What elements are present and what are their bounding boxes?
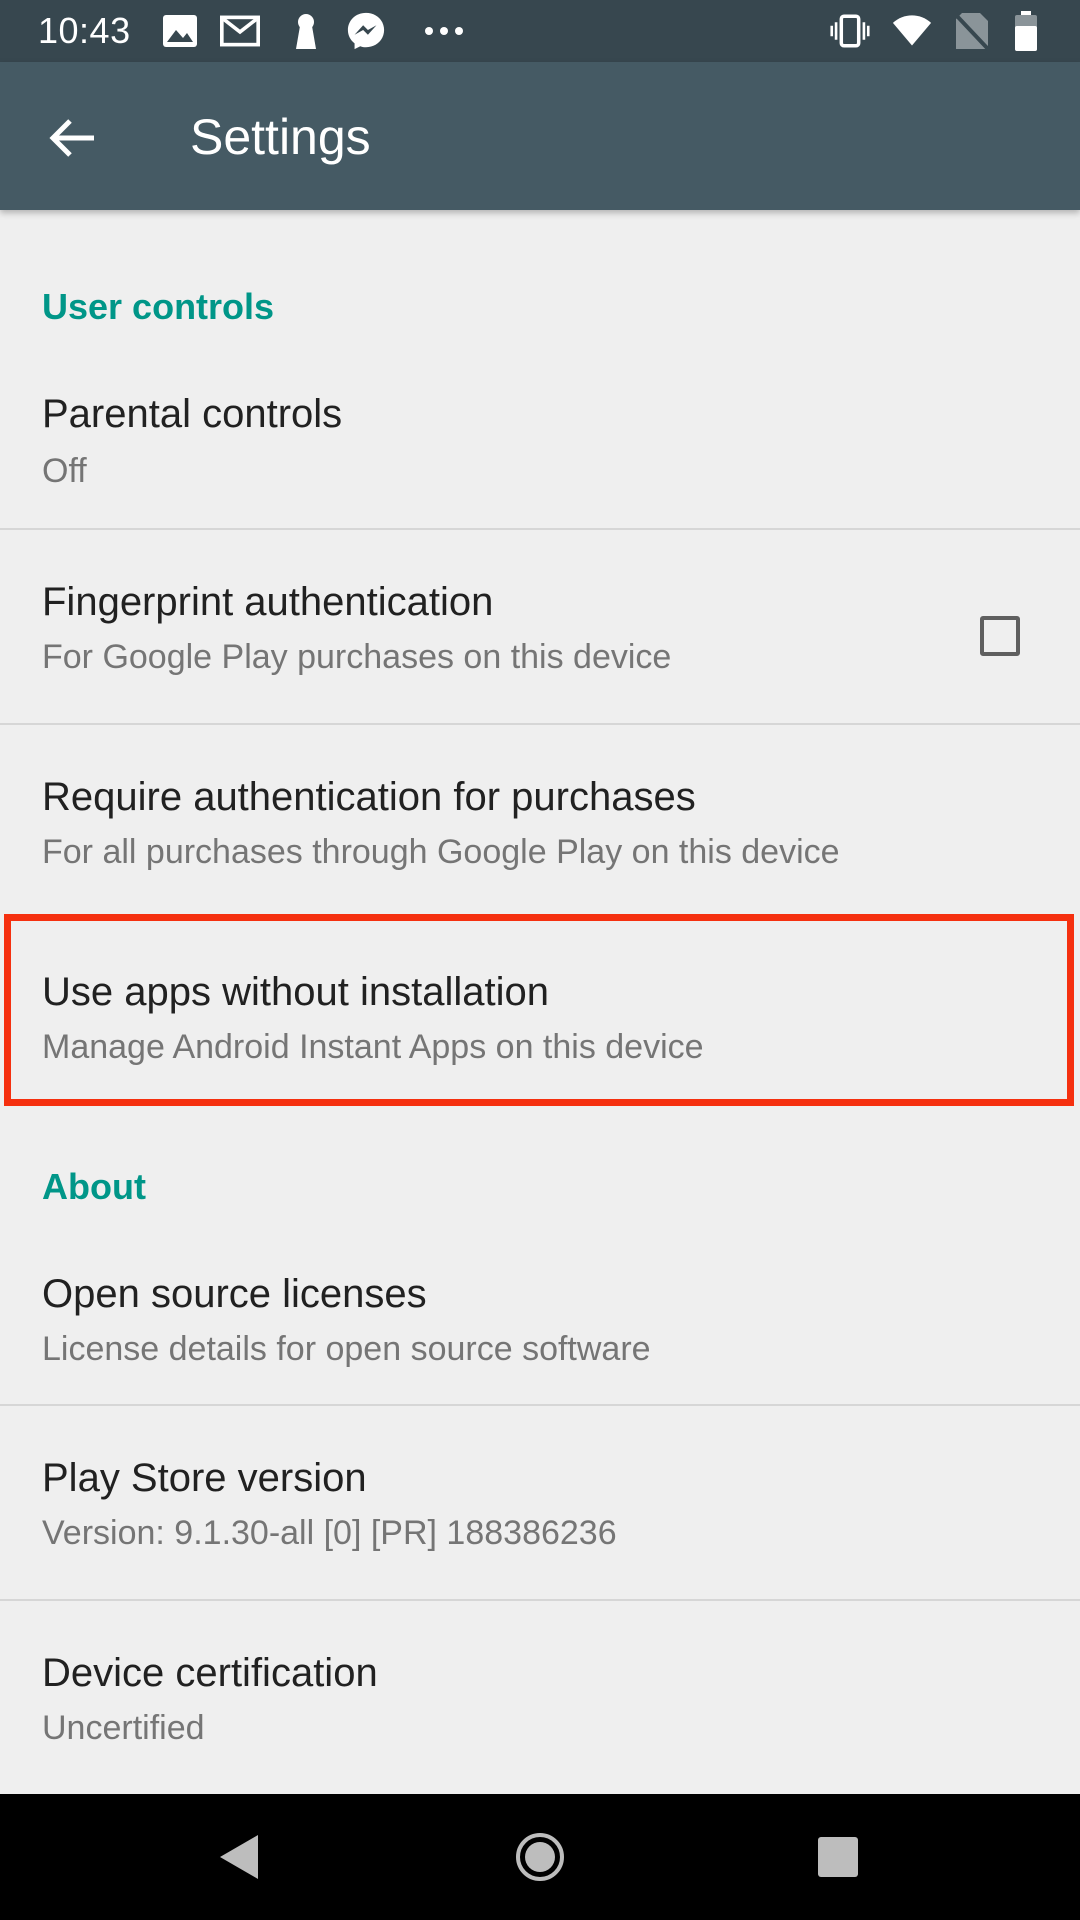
setting-summary: For Google Play purchases on this device	[42, 638, 672, 676]
system-nav-bar	[0, 1794, 1080, 1920]
app-toolbar: Settings	[0, 62, 1080, 210]
gmail-icon	[220, 11, 260, 51]
setting-title: Play Store version	[42, 1456, 367, 1500]
more-dots-icon	[424, 11, 464, 51]
battery-icon	[1006, 11, 1046, 51]
setting-title: Require authentication for purchases	[42, 775, 696, 819]
setting-summary: Uncertified	[42, 1709, 205, 1747]
setting-summary: License details for open source software	[42, 1330, 651, 1368]
arrow-back-icon[interactable]	[40, 106, 104, 170]
image-icon	[160, 11, 200, 51]
setting-summary: For all purchases through Google Play on…	[42, 833, 840, 871]
setting-title: Use apps without installation	[42, 970, 549, 1014]
setting-title: Device certification	[42, 1651, 378, 1695]
page-title: Settings	[190, 109, 371, 165]
status-time: 10:43	[38, 10, 131, 51]
no-sim-icon	[952, 11, 992, 51]
nav-recents-icon[interactable]	[798, 1817, 878, 1897]
setting-require-authentication[interactable]: Require authentication for purchases For…	[0, 725, 1080, 919]
setting-parental-controls[interactable]: Parental controls Off	[0, 360, 1080, 536]
setting-device-certification[interactable]: Device certification Uncertified	[0, 1601, 1080, 1794]
nav-back-icon[interactable]	[200, 1817, 280, 1897]
setting-summary: Version: 9.1.30-all [0] [PR] 188386236	[42, 1514, 617, 1552]
setting-fingerprint-authentication[interactable]: Fingerprint authentication For Google Pl…	[0, 530, 1080, 724]
fingerprint-checkbox[interactable]	[980, 616, 1020, 656]
setting-summary: Off	[42, 452, 87, 490]
status-bar: 10:43	[0, 0, 1080, 62]
settings-list: User controls Parental controls Off Fing…	[0, 210, 1080, 1794]
setting-title: Parental controls	[42, 392, 343, 436]
setting-title: Fingerprint authentication	[42, 580, 494, 624]
section-header-user-controls: User controls	[42, 286, 275, 327]
keyhole-icon	[286, 11, 326, 51]
setting-open-source-licenses[interactable]: Open source licenses License details for…	[0, 1240, 1080, 1416]
setting-use-apps-without-installation[interactable]: Use apps without installation Manage And…	[0, 920, 1080, 1114]
setting-play-store-version[interactable]: Play Store version Version: 9.1.30-all […	[0, 1406, 1080, 1600]
setting-title: Open source licenses	[42, 1272, 427, 1316]
setting-summary: Manage Android Instant Apps on this devi…	[42, 1028, 704, 1066]
messenger-icon	[346, 11, 386, 51]
section-header-about: About	[42, 1166, 146, 1207]
wifi-icon	[892, 11, 932, 51]
vibrate-icon	[830, 11, 870, 51]
nav-home-icon[interactable]	[500, 1817, 580, 1897]
